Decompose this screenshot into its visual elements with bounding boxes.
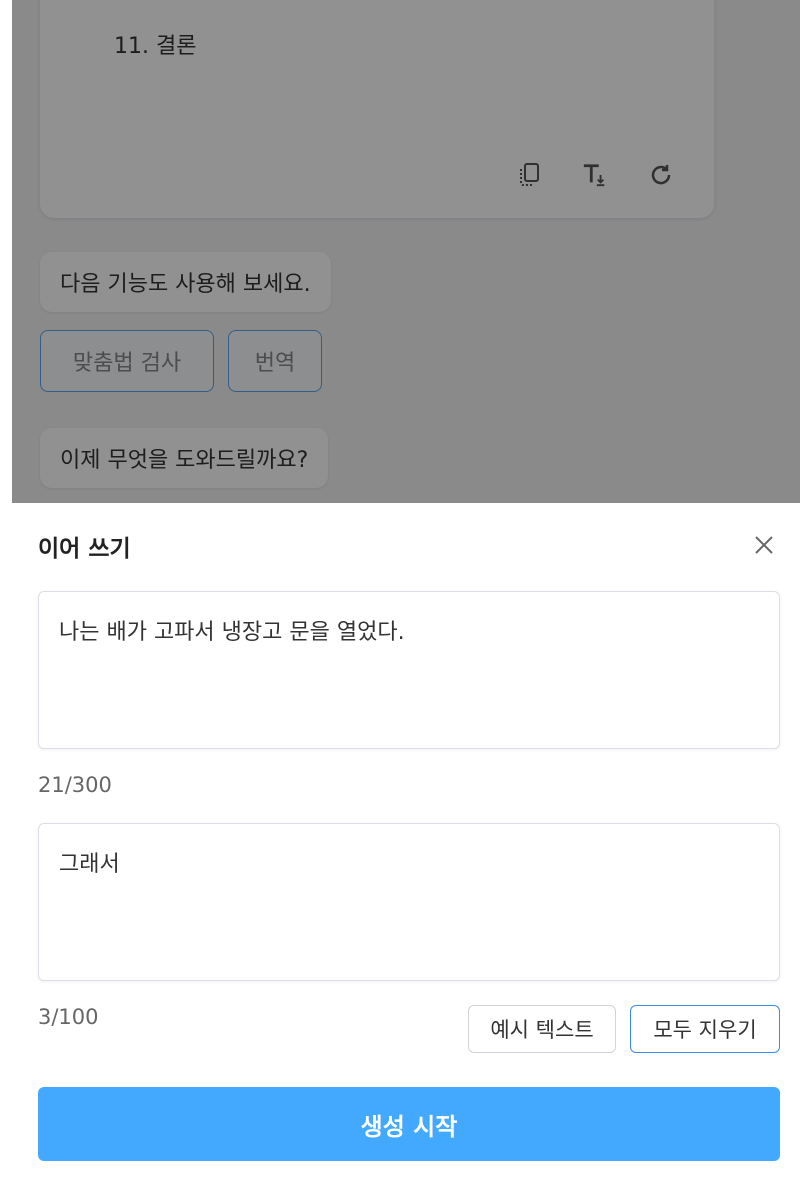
insert-text-icon[interactable] <box>582 162 608 188</box>
context-char-counter: 21/300 <box>38 773 112 797</box>
close-icon <box>755 536 773 554</box>
refresh-icon[interactable] <box>648 162 674 188</box>
translate-chip[interactable]: 번역 <box>228 330 322 392</box>
context-input[interactable]: 나는 배가 고파서 냉장고 문을 열었다. <box>38 591 780 749</box>
sheet-title: 이어 쓰기 <box>38 536 131 562</box>
chat-area: 11. 결론 다음 기능도 사용해 보세요. 맞춤법 검사 번역 이제 무엇을 … <box>12 0 800 503</box>
left-strip <box>0 0 12 1200</box>
clear-all-button[interactable]: 모두 지우기 <box>630 1005 780 1053</box>
response-card-text: 11. 결론 <box>114 34 197 59</box>
response-card-tools <box>516 162 674 188</box>
copy-icon[interactable] <box>516 162 542 188</box>
suggestion-bubble: 다음 기능도 사용해 보세요. <box>40 252 331 312</box>
response-card: 11. 결론 <box>40 0 714 218</box>
spellcheck-chip[interactable]: 맞춤법 검사 <box>40 330 214 392</box>
generate-button[interactable]: 생성 시작 <box>38 1087 780 1161</box>
continuation-char-counter: 3/100 <box>38 1005 99 1029</box>
continuation-input[interactable]: 그래서 <box>38 823 780 981</box>
close-button[interactable] <box>750 531 778 559</box>
example-text-button[interactable]: 예시 텍스트 <box>468 1005 616 1053</box>
prompt-bubble: 이제 무엇을 도와드릴까요? <box>40 428 329 488</box>
continue-writing-sheet: 이어 쓰기 나는 배가 고파서 냉장고 문을 열었다. 21/300 그래서 3… <box>12 503 800 1200</box>
